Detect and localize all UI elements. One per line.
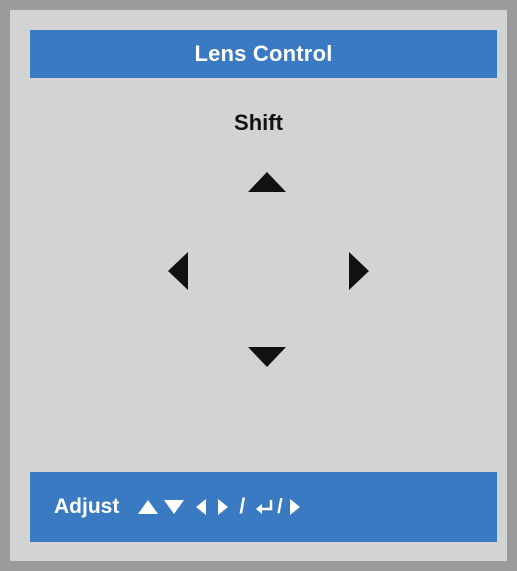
- menu-title: Lens Control: [194, 41, 333, 66]
- lens-control-panel: Lens Control Shift Adjust / /: [0, 0, 517, 571]
- section-label: Shift: [234, 110, 283, 135]
- shift-down-button[interactable]: [246, 345, 288, 369]
- title-bar: Lens Control: [30, 30, 497, 78]
- hint-separator-2: /: [277, 495, 283, 518]
- triangle-down-icon: [163, 499, 185, 515]
- triangle-right-icon: [217, 498, 229, 516]
- shift-left-button[interactable]: [166, 250, 190, 292]
- arrow-up-icon: [248, 172, 286, 192]
- enter-icon: [255, 498, 275, 516]
- hint-separator: /: [239, 495, 246, 518]
- arrow-down-icon: [248, 347, 286, 367]
- triangle-left-icon: [195, 498, 207, 516]
- arrow-left-icon: [168, 252, 188, 290]
- shift-up-button[interactable]: [246, 170, 288, 194]
- triangle-right-icon: [289, 498, 301, 516]
- hint-label: Adjust: [54, 495, 120, 518]
- triangle-up-icon: [137, 499, 159, 515]
- arrow-right-icon: [349, 252, 369, 290]
- shift-right-button[interactable]: [347, 250, 371, 292]
- hint-bar: Adjust / /: [30, 472, 497, 542]
- hint-icons: / /: [133, 495, 300, 519]
